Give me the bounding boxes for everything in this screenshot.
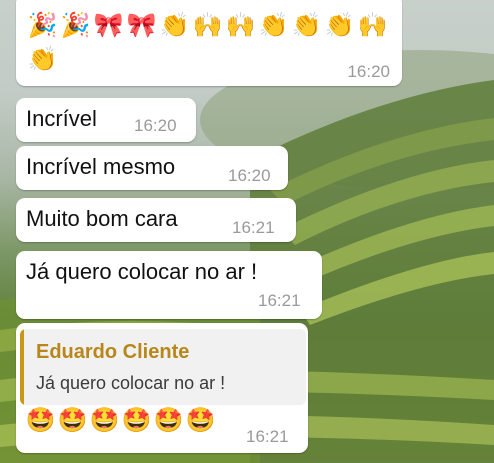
message-bubble-reply[interactable]: Eduardo Cliente Já quero colocar no ar !… <box>16 323 308 453</box>
message-time: 16:21 <box>232 218 275 237</box>
message-bubble-emoji[interactable]: 🎉 🎉 🎀 🎀 👏 🙌 🙌 👏 👏 👏 🙌 👏 16:20 <box>16 0 402 86</box>
message-time: 16:21 <box>258 291 301 310</box>
emoji-icon: 🤩 <box>57 407 88 434</box>
emoji-row: 🤩 🤩 🤩 🤩 🤩 🤩 <box>25 407 216 435</box>
quoted-message[interactable]: Eduardo Cliente Já quero colocar no ar ! <box>20 329 306 405</box>
message-bubble[interactable]: Incrível mesmo 16:20 <box>16 146 288 190</box>
emoji-icon: 🎀 <box>93 12 124 39</box>
quote-author: Eduardo Cliente <box>36 341 190 363</box>
message-bubble[interactable]: Muito bom cara 16:21 <box>16 198 296 242</box>
emoji-icon: 🤩 <box>185 407 216 434</box>
emoji-icon: 🤩 <box>89 407 120 434</box>
emoji-icon: 👏 <box>159 12 190 39</box>
emoji-icon: 🤩 <box>25 407 56 434</box>
emoji-icon: 🤩 <box>121 407 152 434</box>
emoji-icon: 🙌 <box>225 12 256 39</box>
message-time: 16:20 <box>228 166 271 185</box>
emoji-icon: 👏 <box>324 12 355 39</box>
emoji-icon: 🎀 <box>126 12 157 39</box>
message-bubble[interactable]: Já quero colocar no ar ! 16:21 <box>16 251 322 319</box>
emoji-icon: 👏 <box>258 12 289 39</box>
emoji-icon: 🎉 <box>60 12 91 39</box>
message-text: Incrível mesmo <box>26 154 176 179</box>
emoji-row: 🎉 🎉 🎀 🎀 👏 🙌 🙌 👏 👏 👏 🙌 <box>27 12 388 40</box>
emoji-icon: 🎉 <box>27 12 58 39</box>
emoji-icon: 🤩 <box>153 407 184 434</box>
message-text: Já quero colocar no ar ! <box>26 259 258 284</box>
message-time: 16:21 <box>246 427 289 446</box>
message-time: 16:20 <box>134 116 177 135</box>
message-time: 16:20 <box>347 62 390 81</box>
emoji-row: 👏 <box>27 46 58 74</box>
quote-text: Já quero colocar no ar ! <box>36 373 226 393</box>
emoji-icon: 🙌 <box>192 12 223 39</box>
message-text: Muito bom cara <box>26 206 178 231</box>
emoji-icon: 🙌 <box>357 12 388 39</box>
quote-accent-bar <box>20 329 24 405</box>
message-bubble[interactable]: Incrível 16:20 <box>16 98 196 142</box>
emoji-icon: 👏 <box>27 46 58 73</box>
message-text: Incrível <box>26 106 97 131</box>
emoji-icon: 👏 <box>291 12 322 39</box>
